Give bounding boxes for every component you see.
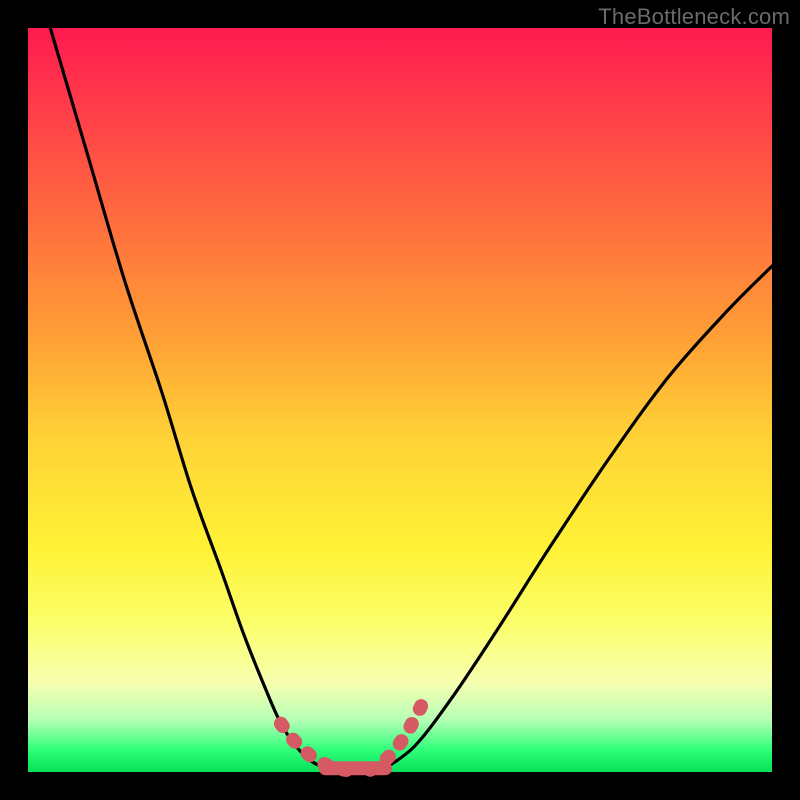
chart-plot-area [28, 28, 772, 772]
chart-frame: TheBottleneck.com [0, 0, 800, 800]
series-left-curve [50, 28, 325, 768]
series-right-curve [385, 266, 772, 768]
watermark-text: TheBottleneck.com [598, 4, 790, 30]
chart-svg [28, 28, 772, 772]
